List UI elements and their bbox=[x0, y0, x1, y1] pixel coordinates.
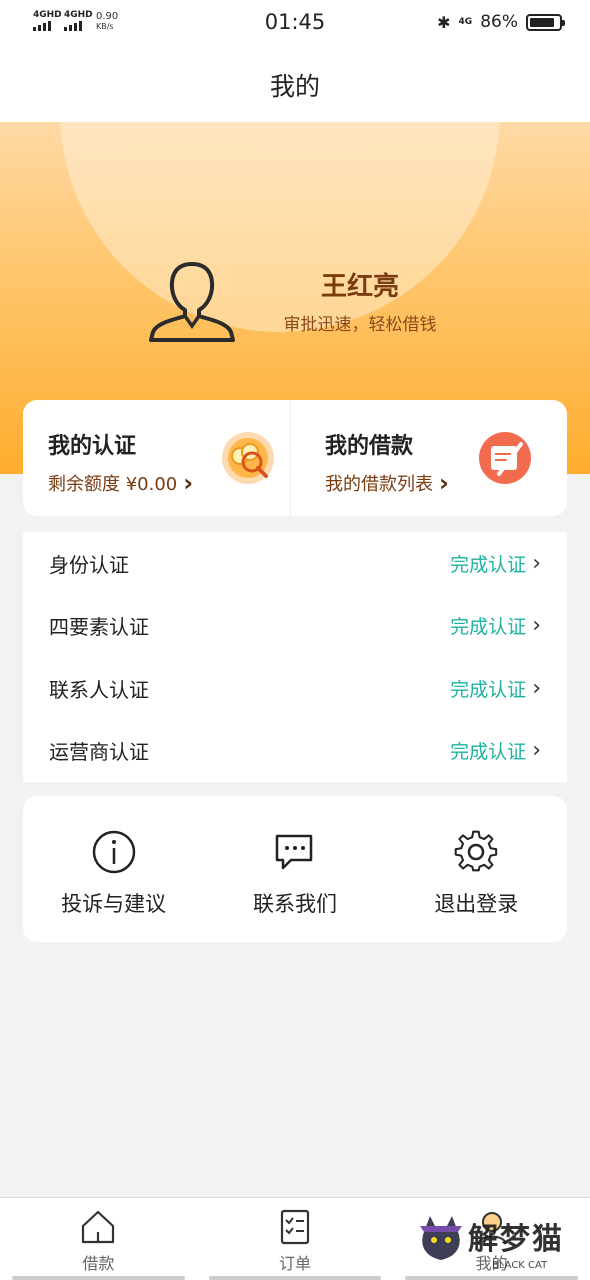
battery-percent: 86% bbox=[480, 12, 518, 32]
chevron-right-icon: › bbox=[532, 613, 541, 639]
tab-orders[interactable]: 订单 bbox=[197, 1198, 394, 1280]
logout-button[interactable]: 退出登录 bbox=[386, 796, 567, 942]
auth-status: 完成认证 bbox=[450, 553, 527, 576]
user-slogan: 审批迅速，轻松借钱 bbox=[283, 315, 437, 335]
contact-us-button[interactable]: 联系我们 bbox=[204, 796, 385, 942]
quick-cards: 我的认证 剩余额度 ¥0.00 › 我的借款 我的借款列表 › bbox=[23, 400, 567, 516]
list-item[interactable]: 身份认证 完成认证 › bbox=[23, 532, 567, 595]
identity-auth-label: 身份认证 bbox=[49, 552, 129, 577]
certification-list: 身份认证 完成认证 › 四要素认证 完成认证 › 联系人认证 完成认证 › 运营… bbox=[23, 532, 567, 782]
carrier-auth-label: 运营商认证 bbox=[49, 740, 149, 765]
contact-us-label: 联系我们 bbox=[252, 892, 337, 916]
my-certification-card[interactable]: 我的认证 剩余额度 ¥0.00 › bbox=[23, 400, 290, 516]
checklist-icon bbox=[280, 1209, 310, 1245]
tab-orders-label: 订单 bbox=[279, 1254, 312, 1273]
tab-indicator bbox=[208, 1276, 382, 1280]
list-item[interactable]: 联系人认证 完成认证 › bbox=[23, 657, 567, 720]
bluetooth-icon: ✱ bbox=[437, 12, 451, 32]
watermark: 解梦猫 BLACK CAT bbox=[416, 1202, 586, 1280]
cat-logo-icon bbox=[420, 1216, 462, 1260]
status-bar: 4GHD 4GHD 0.90 KB/s 01:45 ✱ 4G 86% bbox=[0, 0, 590, 48]
document-pen-icon bbox=[479, 432, 531, 484]
list-item[interactable]: 四要素认证 完成认证 › bbox=[23, 595, 567, 658]
chevron-right-icon: › bbox=[532, 738, 541, 764]
chevron-right-icon: › bbox=[439, 469, 449, 497]
battery-icon bbox=[526, 13, 565, 31]
chevron-right-icon: › bbox=[183, 469, 194, 497]
remaining-credit: 剩余额度 ¥0.00 bbox=[48, 474, 178, 495]
contact-auth-label: 联系人认证 bbox=[49, 677, 149, 702]
network-type: 4G bbox=[458, 17, 473, 27]
my-loans-card[interactable]: 我的借款 我的借款列表 › bbox=[290, 400, 567, 516]
nav-bar: 我的 bbox=[0, 48, 590, 122]
chevron-right-icon: › bbox=[532, 550, 541, 576]
auth-status: 完成认证 bbox=[450, 616, 527, 639]
tab-indicator bbox=[12, 1276, 185, 1280]
watermark-sub: BLACK CAT bbox=[492, 1260, 548, 1271]
auth-status: 完成认证 bbox=[450, 741, 527, 764]
gear-icon bbox=[454, 830, 498, 872]
list-item[interactable]: 运营商认证 完成认证 › bbox=[23, 720, 567, 783]
watermark-text: 解梦猫 bbox=[468, 1222, 564, 1257]
info-icon bbox=[92, 830, 135, 874]
avatar-icon[interactable] bbox=[147, 258, 237, 344]
user-name: 王红亮 bbox=[320, 272, 399, 302]
home-icon bbox=[82, 1210, 115, 1244]
four-elements-auth-label: 四要素认证 bbox=[49, 615, 149, 640]
page-title: 我的 bbox=[269, 72, 320, 101]
logout-label: 退出登录 bbox=[434, 892, 519, 916]
my-loans-list-label: 我的借款列表 bbox=[325, 474, 433, 495]
auth-status: 完成认证 bbox=[450, 678, 527, 701]
tab-loan-label: 借款 bbox=[82, 1254, 115, 1273]
chat-icon bbox=[275, 834, 313, 870]
bottom-tab-bar: 借款 订单 我的 解梦猫 BLACK CAT bbox=[0, 1197, 590, 1280]
tab-loan[interactable]: 借款 bbox=[0, 1198, 197, 1280]
complaint-label: 投诉与建议 bbox=[61, 892, 167, 916]
tools-card: 投诉与建议 联系我们 退出登录 bbox=[23, 796, 567, 942]
complaint-button[interactable]: 投诉与建议 bbox=[23, 796, 204, 942]
chevron-right-icon: › bbox=[532, 675, 541, 701]
coins-search-icon bbox=[222, 432, 274, 484]
